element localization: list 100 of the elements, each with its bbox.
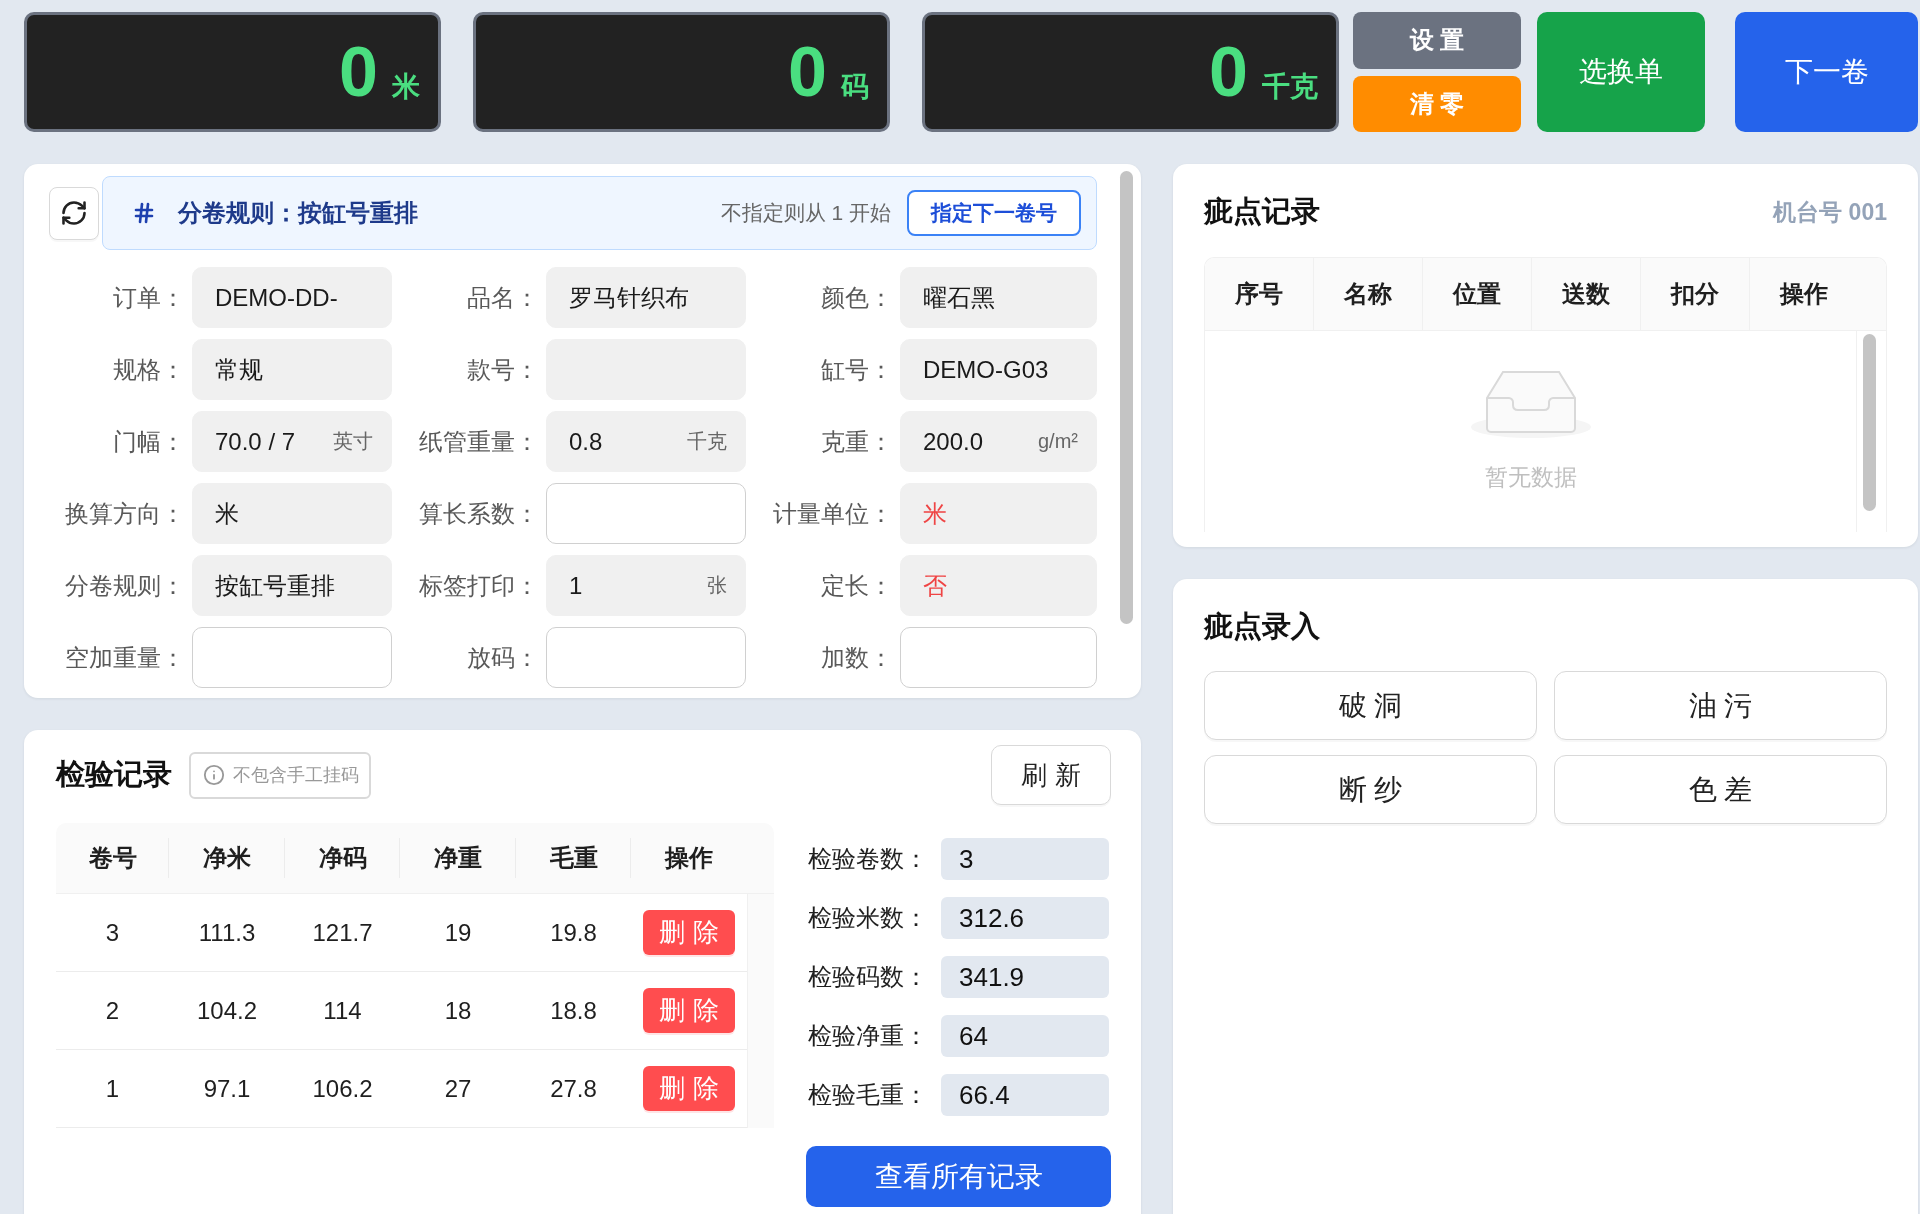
readonly-field: 罗马针织布 <box>546 267 746 328</box>
stat-value: 3 <box>941 838 1109 880</box>
readonly-field: 曜石黑 <box>900 267 1097 328</box>
toolbar-button[interactable]: 设 置 <box>1353 12 1521 69</box>
field-label: 定长： <box>820 570 894 601</box>
note-text: 不包含手工挂码 <box>233 764 359 787</box>
table-cell-text: 111.3 <box>197 917 257 948</box>
table-cell-text: 27.8 <box>549 1073 598 1104</box>
delete-button[interactable]: 删 除 <box>643 988 735 1033</box>
field-label: 计量单位： <box>772 498 894 529</box>
info-icon <box>203 764 225 786</box>
field-label: 款号： <box>466 354 540 385</box>
readonly-field: 0.8 千克 <box>546 411 746 472</box>
table-cell-text: 3 <box>104 917 121 948</box>
table-cell-text: 2 <box>104 995 121 1026</box>
column-header: 操作 <box>1778 279 1829 309</box>
refresh-button[interactable] <box>49 186 99 240</box>
assign-button[interactable]: 指定下一卷号 <box>907 190 1081 236</box>
scrollbar[interactable] <box>1863 334 1876 511</box>
field-label: 门幅： <box>112 426 186 457</box>
counter-value: 0 <box>339 37 378 107</box>
table-cell-text: 19 <box>443 917 473 948</box>
table-cell-text: 106.2 <box>311 1073 374 1104</box>
defect-button[interactable]: 色 差 <box>1554 755 1887 824</box>
readonly-field: DEMO-DD- <box>192 267 392 328</box>
column-header: 毛重 <box>516 823 631 893</box>
table-cell-text: 27 <box>443 1073 473 1104</box>
column-header: 位置 <box>1423 258 1532 330</box>
column-header: 净码 <box>285 823 400 893</box>
readonly-field: 1 张 <box>546 555 746 616</box>
table-cell-text: 121.7 <box>311 917 374 948</box>
column-header: 卷号 <box>56 823 169 893</box>
column-header: 名称 <box>1314 258 1423 330</box>
input-field[interactable] <box>546 627 746 688</box>
stat-value: 312.6 <box>941 897 1109 939</box>
stat-label: 检验码数： <box>807 962 928 992</box>
field-label: 加数： <box>820 642 894 673</box>
unit-label: 张 <box>707 573 727 598</box>
toolbar-button[interactable]: 选换单 <box>1537 12 1705 132</box>
readonly-field: 70.0 / 7 英寸 <box>192 411 392 472</box>
readonly-field: DEMO-G03 <box>900 339 1097 400</box>
field-label: 规格： <box>112 354 186 385</box>
unit-label: g/m² <box>1038 430 1078 453</box>
readonly-field: 米 <box>192 483 392 544</box>
defect-button[interactable]: 破 洞 <box>1204 671 1537 740</box>
stat-label: 检验卷数： <box>807 844 928 874</box>
field-label: 颜色： <box>820 282 894 313</box>
readonly-field: 按缸号重排 <box>192 555 392 616</box>
scrollbar[interactable] <box>1120 171 1133 624</box>
refresh-button[interactable]: 刷 新 <box>991 745 1111 805</box>
field-label: 换算方向： <box>64 498 186 529</box>
column-header: 序号 <box>1205 258 1314 330</box>
field-label: 克重： <box>820 426 894 457</box>
counter-value: 0 <box>1209 37 1248 107</box>
column-header: 净米 <box>169 823 285 893</box>
unit-label: 英寸 <box>333 429 373 454</box>
table-cell-text: 1 <box>104 1073 121 1104</box>
stat-value: 341.9 <box>941 956 1109 998</box>
readonly-field: 否 <box>900 555 1097 616</box>
hint-text: 不指定则从 1 开始 <box>720 200 891 226</box>
rule-title: 分卷规则：按缸号重排 <box>178 198 418 228</box>
hash-icon <box>132 201 156 225</box>
field-label: 缸号： <box>820 354 894 385</box>
delete-button[interactable]: 删 除 <box>643 910 735 955</box>
defect-button[interactable]: 油 污 <box>1554 671 1887 740</box>
defect-button[interactable]: 断 纱 <box>1204 755 1537 824</box>
table-cell-text: 18.8 <box>549 995 598 1026</box>
field-label: 订单： <box>112 282 186 313</box>
empty-text: 暂无数据 <box>1484 463 1577 492</box>
table-cell-text: 19.8 <box>549 917 598 948</box>
field-label: 放码： <box>466 642 540 673</box>
readonly-field: 200.0 g/m² <box>900 411 1097 472</box>
readonly-field: 米 <box>900 483 1097 544</box>
field-label: 品名： <box>466 282 540 313</box>
toolbar-button[interactable]: 下一卷 <box>1735 12 1918 132</box>
section-title: 疵点录入 <box>1204 609 1320 644</box>
unit-label: 码 <box>841 73 869 101</box>
table-cell-text: 97.1 <box>202 1073 252 1104</box>
input-field[interactable] <box>192 627 392 688</box>
input-field[interactable] <box>900 627 1097 688</box>
section-title: 疵点记录 <box>1204 194 1320 229</box>
delete-button[interactable]: 删 除 <box>643 1066 735 1111</box>
column-header: 送数 <box>1532 258 1641 330</box>
view-all-button[interactable]: 查看所有记录 <box>806 1146 1111 1207</box>
field-label: 标签打印： <box>418 570 540 601</box>
input-field[interactable] <box>546 483 746 544</box>
unit-label: 千克 <box>687 429 727 454</box>
column-header: 扣分 <box>1641 258 1750 330</box>
stat-label: 检验米数： <box>807 903 928 933</box>
stat-label: 检验毛重： <box>807 1080 928 1110</box>
field-label: 算长系数： <box>418 498 540 529</box>
unit-label: 千克 <box>1262 73 1318 101</box>
machine-number: 机台号 001 <box>1773 197 1887 227</box>
stat-value: 66.4 <box>941 1074 1109 1116</box>
stat-value: 64 <box>941 1015 1109 1057</box>
counter-value: 0 <box>788 37 827 107</box>
refresh-icon <box>60 199 88 227</box>
table-cell-text: 18 <box>443 995 473 1026</box>
field-label: 纸管重量： <box>418 426 540 457</box>
unit-label: 米 <box>392 73 420 101</box>
